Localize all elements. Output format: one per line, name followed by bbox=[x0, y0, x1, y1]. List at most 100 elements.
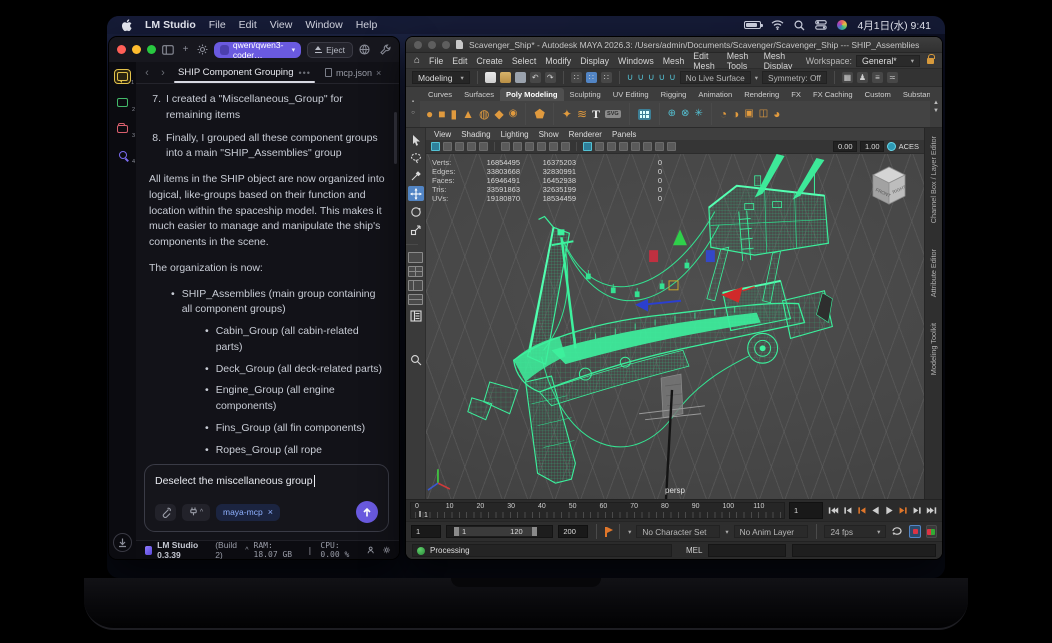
joint-tool-icon[interactable]: ⊕ bbox=[668, 109, 676, 119]
poly-torus-icon[interactable]: ◍ bbox=[479, 108, 489, 120]
render-settings-icon[interactable]: ▦ bbox=[841, 72, 853, 83]
menu-select[interactable]: Select bbox=[512, 56, 536, 66]
shaded-mode-icon[interactable] bbox=[513, 142, 522, 151]
perspective-viewport[interactable]: View Shading Lighting Show Renderer Pane… bbox=[426, 128, 924, 499]
film-gate-icon[interactable] bbox=[631, 142, 640, 151]
new-chat-button[interactable]: + bbox=[180, 43, 191, 57]
poly-cylinder-icon[interactable]: ▮ bbox=[451, 108, 458, 120]
nav-forward-icon[interactable]: › bbox=[158, 67, 168, 79]
pinwheel-app-icon[interactable] bbox=[837, 20, 848, 30]
select-component-icon[interactable]: ∷ bbox=[600, 72, 612, 83]
mcp-plugins-button[interactable]: ^ bbox=[182, 503, 210, 521]
settings-gear-icon[interactable] bbox=[383, 545, 390, 555]
lock-camera-icon[interactable] bbox=[443, 142, 452, 151]
panel-menu-renderer[interactable]: Renderer bbox=[569, 130, 602, 139]
boolean-icon[interactable]: ◫ bbox=[759, 109, 768, 119]
lock-workspace-icon[interactable] bbox=[927, 53, 935, 64]
send-button[interactable] bbox=[356, 501, 378, 523]
smooth-icon[interactable]: ◕ bbox=[773, 108, 780, 120]
locator-icon[interactable]: ✳ bbox=[694, 109, 702, 119]
menubar-edit[interactable]: Edit bbox=[239, 19, 257, 31]
select-object-icon[interactable]: ∷ bbox=[585, 72, 597, 83]
channel-slider-icon[interactable]: ≍ bbox=[886, 72, 898, 83]
combine-icon[interactable]: ▣ bbox=[744, 109, 753, 119]
type-tool-icon[interactable]: T bbox=[592, 108, 600, 120]
panel-menu-view[interactable]: View bbox=[434, 130, 451, 139]
menu-mesh-display[interactable]: Mesh Display bbox=[764, 51, 797, 71]
snap-grid-icon[interactable]: ∪ bbox=[627, 72, 634, 83]
menu-create[interactable]: Create bbox=[476, 56, 502, 66]
zoom-tool[interactable] bbox=[408, 352, 424, 367]
open-scene-icon[interactable] bbox=[499, 72, 511, 83]
tab-more-icon[interactable]: ••• bbox=[298, 68, 310, 78]
isolate-select-icon[interactable] bbox=[583, 142, 592, 151]
message-composer[interactable]: Deselect the miscellaneous group ^ maya-… bbox=[144, 464, 389, 532]
snap-plane-icon[interactable]: ∪ bbox=[659, 72, 666, 83]
select-camera-icon[interactable] bbox=[431, 142, 440, 151]
poly-cone-icon[interactable]: ▲ bbox=[462, 108, 474, 120]
view-cube[interactable]: FRONT RIGHT bbox=[866, 162, 912, 208]
shelf-scroll-down-icon[interactable]: ▼ bbox=[933, 108, 939, 114]
range-start-handle[interactable] bbox=[454, 527, 459, 536]
tab-modeling-toolkit[interactable]: Modeling Toolkit bbox=[929, 323, 938, 375]
shelf-menu-icon[interactable]: ▪ bbox=[412, 99, 414, 105]
wireframe-mode-icon[interactable] bbox=[501, 142, 510, 151]
community-icon[interactable] bbox=[359, 44, 370, 55]
close-tab-icon[interactable]: × bbox=[376, 68, 381, 78]
menu-mesh[interactable]: Mesh bbox=[663, 56, 685, 66]
shelf-tab-custom[interactable]: Custom bbox=[859, 88, 897, 101]
home-icon[interactable]: ⌂ bbox=[414, 55, 420, 66]
nav-back-icon[interactable]: ‹ bbox=[142, 67, 152, 79]
textured-mode-icon[interactable] bbox=[525, 142, 534, 151]
shelf-tab-fx-caching[interactable]: FX Caching bbox=[807, 88, 859, 101]
snap-point-icon[interactable]: ∪ bbox=[648, 72, 655, 83]
shelf-tab-rigging[interactable]: Rigging bbox=[655, 88, 693, 101]
save-scene-icon[interactable] bbox=[514, 72, 526, 83]
live-surface-field[interactable]: No Live Surface bbox=[679, 71, 751, 84]
user-icon[interactable] bbox=[367, 545, 374, 555]
close-window-button[interactable] bbox=[117, 45, 126, 54]
go-to-end-button[interactable] bbox=[925, 504, 938, 518]
zoom-window-button[interactable] bbox=[442, 40, 450, 49]
undo-icon[interactable]: ↶ bbox=[529, 72, 541, 83]
quad-draw-icon[interactable]: ◔ bbox=[720, 108, 727, 120]
current-time-marker[interactable] bbox=[419, 511, 421, 517]
new-scene-icon[interactable] bbox=[484, 72, 496, 83]
current-frame-field[interactable]: 1 bbox=[789, 502, 823, 519]
range-end-handle[interactable] bbox=[532, 527, 537, 536]
tab-mcp-json[interactable]: mcp.json × bbox=[321, 68, 385, 78]
wifi-icon[interactable] bbox=[771, 20, 784, 30]
auto-key-button[interactable] bbox=[909, 525, 921, 538]
gate-mask-icon[interactable] bbox=[655, 142, 664, 151]
composer-input[interactable]: Deselect the miscellaneous group bbox=[155, 475, 378, 487]
platonic-solid-icon[interactable]: ⬟ bbox=[534, 108, 544, 120]
maya-mcp-chip[interactable]: maya-mcp × bbox=[216, 503, 280, 521]
screen-space-ao-icon[interactable] bbox=[561, 142, 570, 151]
shelf-tab-poly-modeling[interactable]: Poly Modeling bbox=[500, 88, 564, 101]
ik-handle-icon[interactable]: ⊗ bbox=[681, 109, 689, 119]
close-window-button[interactable] bbox=[414, 40, 422, 49]
step-forward-frame-button[interactable] bbox=[911, 504, 924, 518]
shelf-tab-rendering[interactable]: Rendering bbox=[738, 88, 785, 101]
animation-start-field[interactable]: 1 bbox=[411, 525, 441, 538]
menubar-clock[interactable]: 4月1日(水) 9:41 bbox=[857, 18, 931, 33]
move-tool[interactable] bbox=[407, 186, 424, 201]
status-expand-icon[interactable]: ^ bbox=[245, 547, 248, 554]
use-all-lights-icon[interactable] bbox=[537, 142, 546, 151]
sidebar-developer-tab[interactable]: 2 bbox=[114, 95, 135, 113]
shelf-tab-surfaces[interactable]: Surfaces bbox=[458, 88, 500, 101]
mel-command-field[interactable] bbox=[708, 544, 787, 557]
poly-sphere-icon[interactable]: ● bbox=[426, 108, 433, 120]
tab-channel-box[interactable]: Channel Box / Layer Editor bbox=[929, 136, 938, 223]
step-forward-key-button[interactable] bbox=[897, 504, 910, 518]
xray-joints-icon[interactable] bbox=[607, 142, 616, 151]
toggle-panels-icon[interactable] bbox=[162, 43, 174, 57]
menubar-view[interactable]: View bbox=[270, 19, 293, 31]
settings-gear-icon[interactable] bbox=[197, 43, 208, 57]
scale-tool[interactable] bbox=[408, 222, 424, 237]
remove-chip-icon[interactable]: × bbox=[268, 507, 273, 517]
battery-icon[interactable] bbox=[744, 21, 764, 29]
gamma-field[interactable]: 1.00 bbox=[859, 141, 884, 152]
menu-file[interactable]: File bbox=[429, 56, 443, 66]
go-to-start-button[interactable] bbox=[827, 504, 840, 518]
